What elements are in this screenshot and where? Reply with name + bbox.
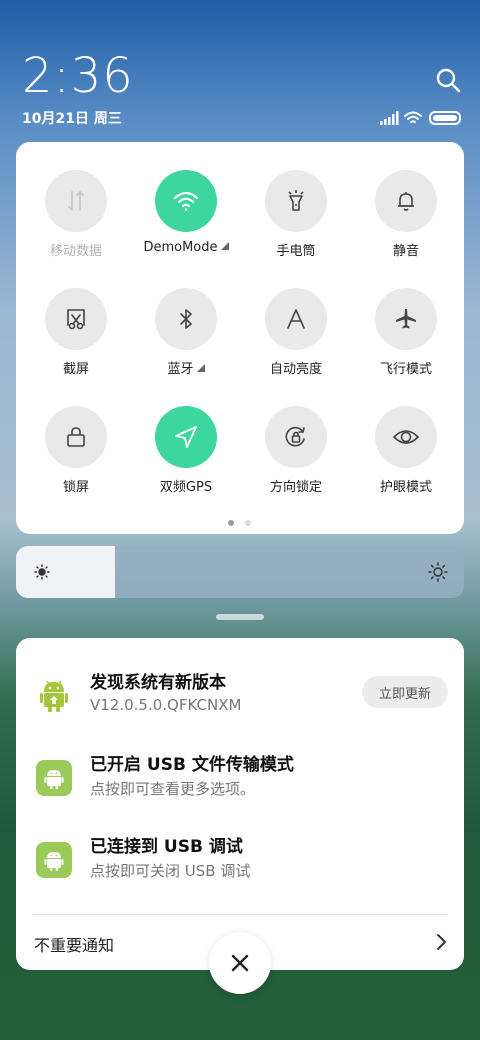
expand-arrow-icon xyxy=(196,364,205,372)
gps-icon xyxy=(155,406,217,468)
tile-label: 飞行模式 xyxy=(379,362,432,377)
divider xyxy=(32,914,448,915)
notification-title: 已开启 USB 文件传输模式 xyxy=(90,755,294,775)
tile-label: 移动数据 xyxy=(49,244,102,259)
brightness-high-icon xyxy=(428,562,448,582)
search-icon[interactable] xyxy=(434,66,462,94)
page-dot xyxy=(245,520,251,526)
tile-label: 自动亮度 xyxy=(269,362,322,377)
brightness-slider[interactable] xyxy=(16,546,464,598)
tile-label: 双频GPS xyxy=(159,480,213,495)
brightness-fill xyxy=(16,546,115,598)
eye-icon xyxy=(375,406,437,468)
notification-title: 发现系统有新版本 xyxy=(90,673,226,693)
notification-title: 已连接到 USB 调试 xyxy=(90,837,243,857)
clock: 2:36 xyxy=(22,48,134,104)
tile-label: 截屏 xyxy=(62,362,89,377)
tile-eye-care[interactable]: 护眼模式 xyxy=(350,378,462,495)
tile-airplane[interactable]: 飞行模式 xyxy=(350,260,462,377)
airplane-icon xyxy=(375,288,437,350)
battery-icon xyxy=(429,111,461,125)
tile-demomode[interactable]: DemoMode xyxy=(130,142,242,255)
update-now-button[interactable]: 立即更新 xyxy=(362,676,448,708)
wifi-icon xyxy=(155,170,217,232)
system-status-icons xyxy=(380,108,464,128)
notification-subtitle: 点按即可关闭 USB 调试 xyxy=(90,862,251,880)
date: 10月21日 周三 xyxy=(22,111,122,127)
notification-subtitle: 点按即可查看更多选项。 xyxy=(90,780,256,798)
tile-mobile-data[interactable]: 移动数据 xyxy=(20,142,132,259)
tile-label: 锁屏 xyxy=(62,480,89,495)
screenshot-icon xyxy=(45,288,107,350)
tile-label: 方向锁定 xyxy=(269,480,322,495)
tile-rotation-lock[interactable]: 方向锁定 xyxy=(240,378,352,495)
close-icon xyxy=(231,954,249,972)
flashlight-icon xyxy=(265,170,327,232)
tile-screenshot[interactable]: 截屏 xyxy=(20,260,132,377)
notification-panel: 发现系统有新版本 V12.0.5.0.QFKCNXM 立即更新 已开启 USB … xyxy=(16,638,464,970)
page-dot-active xyxy=(228,520,234,526)
drag-handle[interactable] xyxy=(216,614,264,620)
rotation-lock-icon xyxy=(265,406,327,468)
tile-lock-screen[interactable]: 锁屏 xyxy=(20,378,132,495)
unimportant-notifications-link[interactable]: 不重要通知 xyxy=(34,932,114,956)
expand-arrow-icon xyxy=(220,242,229,250)
wifi-icon xyxy=(404,111,422,123)
tile-silent[interactable]: 静音 xyxy=(350,142,462,259)
tile-dual-gps[interactable]: 双频GPS xyxy=(130,378,242,495)
clear-all-button[interactable] xyxy=(209,932,271,994)
status-bar: 2:36 10月21日 周三 xyxy=(0,0,480,140)
notification-usb-debugging[interactable]: 已连接到 USB 调试 点按即可关闭 USB 调试 xyxy=(16,832,464,892)
tile-auto-brightness[interactable]: 自动亮度 xyxy=(240,260,352,377)
notification-subtitle: V12.0.5.0.QFKCNXM xyxy=(90,696,242,714)
brightness-low-icon xyxy=(34,564,50,580)
tile-label: 手电筒 xyxy=(276,244,316,259)
android-update-icon xyxy=(36,678,72,714)
quick-settings-panel: 移动数据 DemoMode 手电筒 静音 截屏 蓝牙 自动亮度 飞行模式 锁屏 … xyxy=(16,142,464,534)
android-icon xyxy=(36,760,72,796)
tile-bluetooth[interactable]: 蓝牙 xyxy=(130,260,242,377)
signal-icon xyxy=(380,111,399,125)
notification-usb-transfer[interactable]: 已开启 USB 文件传输模式 点按即可查看更多选项。 xyxy=(16,750,464,810)
page-indicator xyxy=(228,520,252,528)
lock-icon xyxy=(45,406,107,468)
tile-flashlight[interactable]: 手电筒 xyxy=(240,142,352,259)
tile-label-bluetooth: 蓝牙 xyxy=(130,358,242,377)
tile-label: 静音 xyxy=(392,244,419,259)
android-icon xyxy=(36,842,72,878)
tile-label-demomode: DemoMode xyxy=(130,240,242,255)
mobile-data-icon xyxy=(45,170,107,232)
tile-label: 护眼模式 xyxy=(379,480,432,495)
bell-icon xyxy=(375,170,437,232)
chevron-right-icon[interactable] xyxy=(434,932,448,952)
bluetooth-icon xyxy=(155,288,217,350)
auto-brightness-icon xyxy=(265,288,327,350)
